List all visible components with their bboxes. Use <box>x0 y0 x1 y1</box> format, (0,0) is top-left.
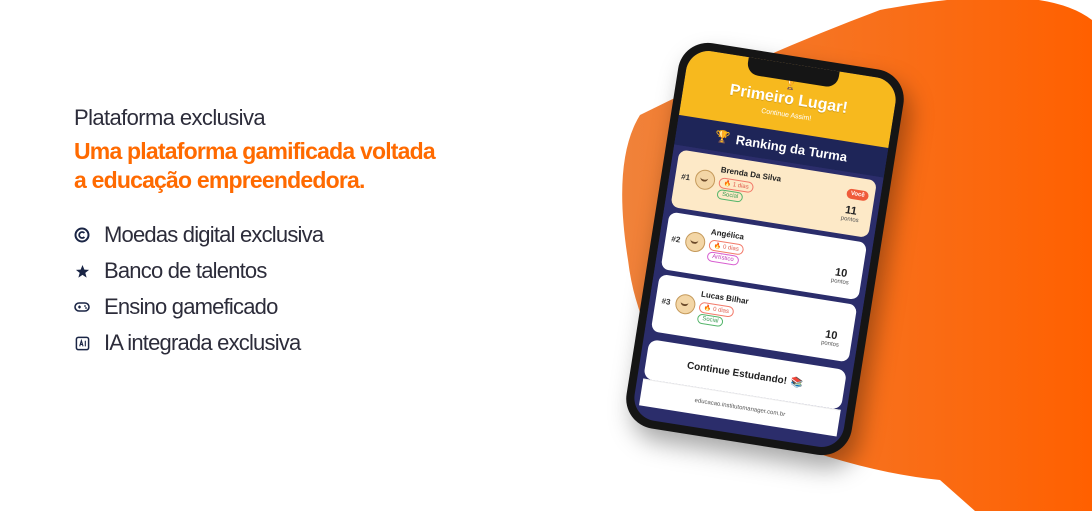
streak-days: 0 dias <box>722 244 740 253</box>
feature-label: Ensino gameficado <box>104 294 278 319</box>
feature-label: Moedas digital exclusiva <box>104 222 324 247</box>
rank-position: #3 <box>660 296 672 307</box>
feature-label: IA integrada exclusiva <box>104 330 301 355</box>
continue-label: Continue Estudando! <box>686 359 788 387</box>
streak-days: 0 dias <box>712 306 730 316</box>
avatar <box>673 292 697 316</box>
intro-section: Plataforma exclusiva Uma plataforma gami… <box>74 103 544 361</box>
avatar <box>693 168 717 192</box>
eyebrow-text: Plataforma exclusiva <box>74 105 266 130</box>
phone-mockup: 🏆 Primeiro Lugar! Continue Assim! 🏆 Rank… <box>606 38 916 460</box>
feature-item-talents: Banco de talentos <box>74 253 544 289</box>
feature-label: Banco de talentos <box>104 258 267 283</box>
trophy-icon: 🏆 <box>714 128 732 146</box>
headline: Uma plataforma gamificada voltada a educ… <box>74 137 544 195</box>
phone-frame: 🏆 Primeiro Lugar! Continue Assim! 🏆 Rank… <box>621 38 909 460</box>
fire-icon: 🔥 <box>723 180 732 188</box>
fire-icon: 🔥 <box>703 305 712 313</box>
feature-item-ai: IA integrada exclusiva <box>74 325 544 361</box>
points: 10 pontos <box>821 328 842 349</box>
fire-icon: 🔥 <box>713 242 722 251</box>
star-icon <box>74 263 90 279</box>
gamepad-icon <box>74 299 90 315</box>
ranking-list: #1 Brenda Da Silva 🔥 1 dias Social Você … <box>644 144 884 364</box>
avatar <box>683 230 707 254</box>
headline-line-2: a educação empreendedora. <box>74 167 365 193</box>
rank-position: #1 <box>680 172 691 183</box>
books-icon: 📚 <box>790 376 805 390</box>
ai-box-icon <box>74 335 90 351</box>
feature-item-coins: Moedas digital exclusiva <box>74 217 544 253</box>
streak-days: 1 dias <box>732 182 750 191</box>
feature-list: Moedas digital exclusiva Banco de talent… <box>74 217 544 361</box>
phone-screen: 🏆 Primeiro Lugar! Continue Assim! 🏆 Rank… <box>631 47 899 451</box>
rank-position: #2 <box>670 234 681 245</box>
points: 11 pontos <box>840 204 861 224</box>
copyright-coin-icon <box>74 227 90 243</box>
headline-line-1: Uma plataforma gamificada voltada <box>74 138 436 164</box>
you-badge: Você <box>846 188 870 202</box>
points: 10 pontos <box>830 266 851 286</box>
feature-item-gamified: Ensino gameficado <box>74 289 544 325</box>
